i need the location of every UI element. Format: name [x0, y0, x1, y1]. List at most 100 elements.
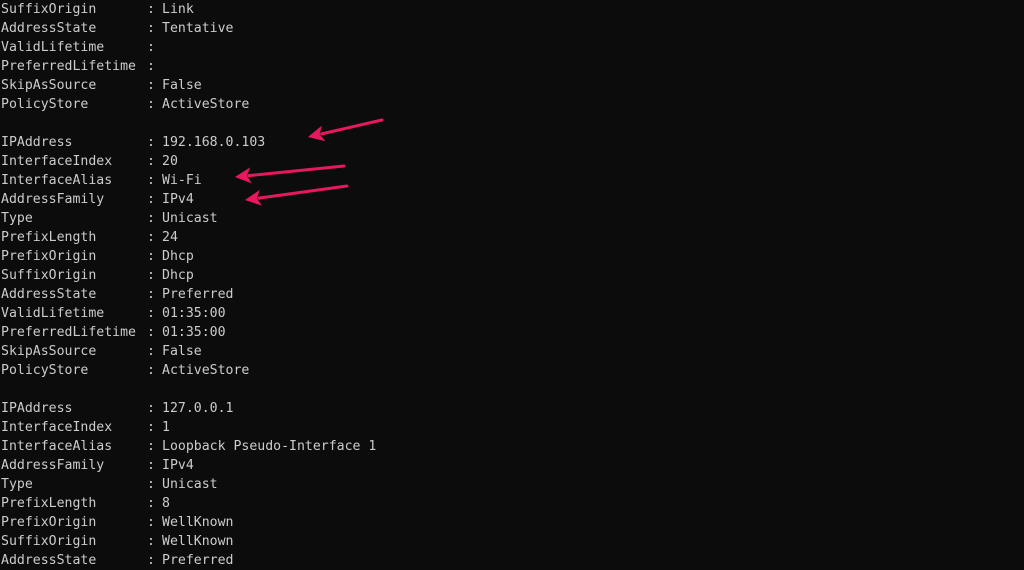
property-value: WellKnown	[162, 534, 234, 549]
property-key: InterfaceAlias	[1, 439, 113, 454]
property-line: ValidLifetime:01:35:00	[1, 304, 226, 323]
property-value: False	[162, 78, 202, 93]
property-separator: :	[147, 420, 155, 435]
property-value: 01:35:00	[162, 306, 226, 321]
property-value: False	[162, 344, 202, 359]
property-line: PrefixLength:8	[1, 494, 170, 513]
property-separator: :	[147, 553, 155, 568]
property-line: InterfaceAlias: Wi-Fi	[1, 171, 202, 190]
property-line: Type: Unicast	[1, 209, 218, 228]
property-line: PreferredLifetime:	[1, 57, 162, 76]
property-value: Tentative	[162, 21, 234, 36]
property-value: 1	[162, 420, 170, 435]
property-separator: :	[147, 173, 155, 188]
property-separator: :	[147, 344, 155, 359]
property-key: AddressState	[1, 21, 97, 36]
property-value: 20	[162, 154, 178, 169]
property-separator: :	[147, 534, 155, 549]
property-separator: :	[147, 59, 155, 74]
property-key: PrefixOrigin	[1, 515, 97, 530]
property-separator: :	[147, 192, 155, 207]
property-key: SuffixOrigin	[1, 2, 97, 17]
property-line: Type: Unicast	[1, 475, 218, 494]
property-key: AddressFamily	[1, 192, 105, 207]
property-separator: :	[147, 154, 155, 169]
property-key: PreferredLifetime	[1, 59, 136, 74]
property-value: IPv4	[162, 192, 194, 207]
powershell-terminal[interactable]: SuffixOrigin: Link AddressState: Tentative V…	[0, 0, 1024, 569]
property-value: ActiveStore	[162, 97, 250, 112]
property-key: PolicyStore	[1, 97, 89, 112]
property-line: SuffixOrigin: Dhcp	[1, 266, 194, 285]
property-separator: :	[147, 268, 155, 283]
property-key: AddressState	[1, 553, 97, 568]
property-key: PreferredLifetime	[1, 325, 136, 340]
property-separator: :	[147, 211, 155, 226]
property-value: IPv4	[162, 458, 194, 473]
property-value: 127.0.0.1	[162, 401, 234, 416]
property-key: PrefixLength	[1, 496, 97, 511]
property-key: SuffixOrigin	[1, 268, 97, 283]
property-key: SkipAsSource	[1, 344, 97, 359]
property-separator: :	[147, 78, 155, 93]
property-key: Type	[1, 477, 33, 492]
property-value: WellKnown	[162, 515, 234, 530]
property-value: Loopback Pseudo-Interface 1	[162, 439, 377, 454]
property-key: Type	[1, 211, 33, 226]
property-line: PreferredLifetime:01:35:00	[1, 323, 226, 342]
property-line: IPAddress:192.168.0.103	[1, 133, 265, 152]
property-separator: :	[147, 21, 155, 36]
property-line: SkipAsSource: False	[1, 342, 202, 361]
property-separator: :	[147, 40, 155, 55]
property-key: PolicyStore	[1, 363, 89, 378]
property-line: PolicyStore: ActiveStore	[1, 361, 249, 380]
property-separator: :	[147, 458, 155, 473]
property-key: PrefixOrigin	[1, 249, 97, 264]
property-line: InterfaceIndex:1	[1, 418, 170, 437]
property-value: 8	[162, 496, 170, 511]
property-key: AddressState	[1, 287, 97, 302]
property-separator: :	[147, 477, 155, 492]
property-line: PrefixOrigin: Dhcp	[1, 247, 194, 266]
property-value: 24	[162, 230, 178, 245]
property-value: Wi-Fi	[162, 173, 202, 188]
property-value: Link	[162, 2, 194, 17]
arrow-address-family-icon	[245, 184, 349, 206]
property-separator: :	[147, 363, 155, 378]
property-line: SuffixOrigin: WellKnown	[1, 532, 233, 551]
property-line: AddressState: Tentative	[1, 19, 233, 38]
property-separator: :	[147, 325, 155, 340]
property-line: AddressFamily: IPv4	[1, 456, 194, 475]
property-key: AddressFamily	[1, 458, 105, 473]
property-key: ValidLifetime	[1, 40, 105, 55]
property-value: Preferred	[162, 553, 234, 568]
property-line: AddressState: Preferred	[1, 285, 233, 304]
property-separator: :	[147, 135, 155, 150]
property-separator: :	[147, 2, 155, 17]
property-separator: :	[147, 230, 155, 245]
property-line: AddressFamily: IPv4	[1, 190, 194, 209]
property-separator: :	[147, 249, 155, 264]
property-value: 01:35:00	[162, 325, 226, 340]
property-line: PrefixOrigin: WellKnown	[1, 513, 233, 532]
property-value: Dhcp	[162, 249, 194, 264]
property-line: SuffixOrigin: Link	[1, 0, 194, 19]
property-line: InterfaceIndex:20	[1, 152, 178, 171]
arrow-interface-alias-icon	[235, 164, 346, 184]
property-key: InterfaceIndex	[1, 420, 113, 435]
property-value: Preferred	[162, 287, 234, 302]
property-line: SkipAsSource: False	[1, 76, 202, 95]
property-separator: :	[147, 401, 155, 416]
property-value: Unicast	[162, 211, 218, 226]
property-separator: :	[147, 97, 155, 112]
property-separator: :	[147, 515, 155, 530]
property-value: Unicast	[162, 477, 218, 492]
property-value: ActiveStore	[162, 363, 250, 378]
property-separator: :	[147, 439, 155, 454]
property-value: Dhcp	[162, 268, 194, 283]
property-line: InterfaceAlias: Loopback Pseudo-Interface…	[1, 437, 376, 456]
property-key: IPAddress	[1, 401, 73, 416]
property-line: PrefixLength:24	[1, 228, 178, 247]
property-separator: :	[147, 287, 155, 302]
property-key: PrefixLength	[1, 230, 97, 245]
